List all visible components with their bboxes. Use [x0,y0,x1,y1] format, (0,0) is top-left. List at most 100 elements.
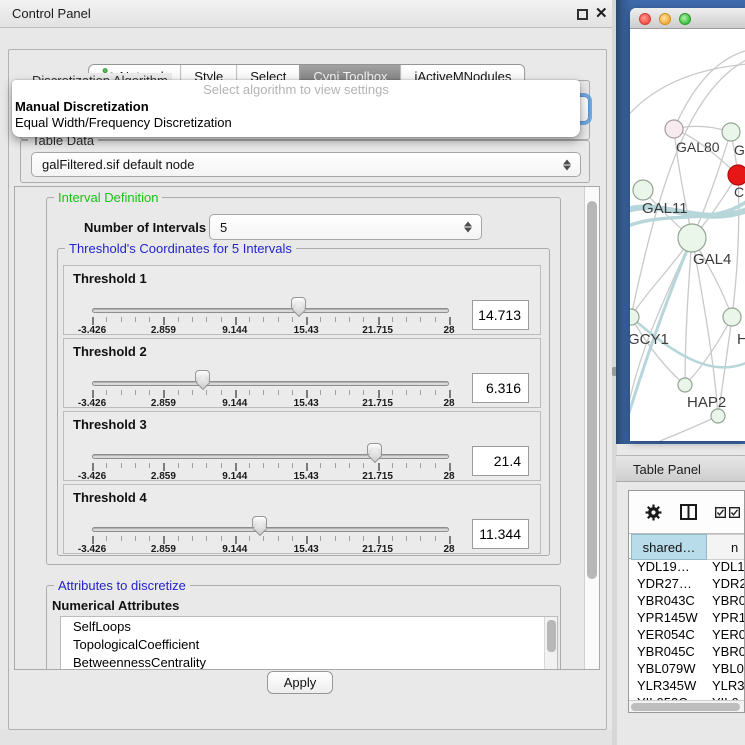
network-node[interactable] [665,120,683,138]
tick-mark [106,536,107,541]
dropdown-option[interactable]: Manual Discretization [12,99,580,115]
control-panel-titlebar: Control Panel ✕ [0,0,613,28]
tick-mark [92,317,94,325]
table-horizontal-scrollbar[interactable] [629,700,744,712]
network-node-label: GAL4 [693,251,731,268]
tick-mark [278,317,279,322]
select-columns-icon[interactable] [715,507,741,518]
slider-thumb[interactable] [195,370,210,382]
column-header-shared-name[interactable]: shared… [631,534,707,560]
threshold-value-field[interactable] [472,446,529,476]
tick-mark [249,463,250,468]
tick-mark [449,463,451,471]
float-panel-icon[interactable] [577,9,588,20]
top-tab-bar-wrap: NetworkStyleSelectCyni ToolboxjActiveMNo… [0,32,613,57]
table-row[interactable]: YBL079WYBL0 [629,661,744,678]
attribute-items: SelfLoopsTopologicalCoefficientBetweenne… [61,617,557,670]
tick-mark [349,536,350,541]
dropdown-prompt-item[interactable]: Select algorithm to view settings [12,80,580,99]
tick-mark [163,317,165,325]
combo-arrows-icon [464,222,472,233]
tick-mark [392,536,393,541]
network-node[interactable] [711,409,725,423]
threshold-value-field[interactable] [472,373,529,403]
network-node[interactable] [728,165,745,185]
tick-mark [121,536,122,541]
network-canvas[interactable]: GAL80GCGAL11GAL4GCY1HHAP2 [630,29,745,441]
tick-mark [320,317,321,322]
table-panel: shared… n YDL19…YDL1YDR27…YDR2YBR043CYBR… [628,490,745,713]
slider-track[interactable] [92,308,449,313]
tick-mark [320,463,321,468]
network-window: GAL80GCGAL11GAL4GCY1HHAP2 [630,8,745,441]
slider-thumb[interactable] [367,443,382,455]
settings-scrollbar[interactable] [584,187,599,669]
table-data-combobox[interactable]: galFiltered.sif default node [31,152,581,177]
tick-mark [378,390,380,398]
num-intervals-value: 5 [220,220,227,235]
settings-scroll-viewport: Interval Definition Number of Intervals … [14,186,600,670]
cell-name: YLR3 [712,678,745,693]
network-node[interactable] [633,180,653,200]
tick-mark [363,317,364,322]
tick-label: 2.859 [151,471,176,482]
slider-track[interactable] [92,527,449,532]
network-node-label: H [737,331,745,348]
tick-mark [435,536,436,541]
tick-mark [206,463,207,468]
threshold-value-field[interactable] [472,519,529,549]
threshold-coordinates-group: Threshold's Coordinates for 5 Intervals … [57,248,550,556]
tick-mark [135,536,136,541]
tick-mark [306,536,308,544]
table-row[interactable]: YLR345WYLR3 [629,678,744,695]
tick-mark [420,390,421,395]
dropdown-option[interactable]: Equal Width/Frequency Discretization [12,115,580,131]
table-row[interactable]: YDR27…YDR2 [629,576,744,593]
attribute-list-item[interactable]: SelfLoops [61,617,557,635]
table-row[interactable]: YBR045CYBR0 [629,644,744,661]
slider-track[interactable] [92,454,449,459]
column-header-name[interactable]: n [707,534,745,560]
cell-shared-name: YER054C [637,627,695,642]
tick-label: -3.426 [78,325,106,336]
attributes-scrollbar-thumb[interactable] [547,620,556,652]
network-node[interactable] [723,308,741,326]
zoom-traffic-light-icon[interactable] [679,13,691,25]
tick-mark [206,536,207,541]
attribute-list-item[interactable]: BetweennessCentrality [61,653,557,670]
table-hscrollbar-thumb[interactable] [631,703,740,711]
network-node[interactable] [722,123,740,141]
apply-button[interactable]: Apply [267,671,333,694]
slider-thumb[interactable] [291,297,306,309]
split-columns-icon[interactable] [680,504,697,520]
attributes-list-scrollbar[interactable] [544,617,557,670]
close-traffic-light-icon[interactable] [639,13,651,25]
tick-label: 2.859 [151,325,176,336]
close-panel-icon[interactable]: ✕ [595,4,608,22]
numerical-attributes-list[interactable]: SelfLoopsTopologicalCoefficientBetweenne… [60,616,558,670]
table-row[interactable]: YDL19…YDL1 [629,559,744,576]
tick-mark [378,536,380,544]
tick-mark [135,390,136,395]
tick-label: 28 [443,398,454,409]
tick-mark [349,390,350,395]
interval-definition-group: Interval Definition Number of Intervals … [46,197,561,565]
table-row[interactable]: YER054CYER0 [629,627,744,644]
network-node[interactable] [678,378,692,392]
network-node[interactable] [678,224,706,252]
attribute-list-item[interactable]: TopologicalCoefficient [61,635,557,653]
gear-icon[interactable] [645,504,662,521]
num-intervals-combobox[interactable]: 5 [209,214,482,240]
slider-thumb[interactable] [252,516,267,528]
cell-name: YBR0 [712,593,745,608]
cell-name: YPR1 [712,610,745,625]
settings-scrollbar-thumb[interactable] [587,201,597,579]
threshold-value-field[interactable] [472,300,529,330]
cell-shared-name: YDR27… [637,576,692,591]
minimize-traffic-light-icon[interactable] [659,13,671,25]
table-row[interactable]: YPR145WYPR1 [629,610,744,627]
slider-track[interactable] [92,381,449,386]
bottom-tab-bar-wrap: Impute DataDiscretize DataInfer Network [0,703,613,728]
table-panel-title: Table Panel [633,462,701,477]
table-row[interactable]: YBR043CYBR0 [629,593,744,610]
